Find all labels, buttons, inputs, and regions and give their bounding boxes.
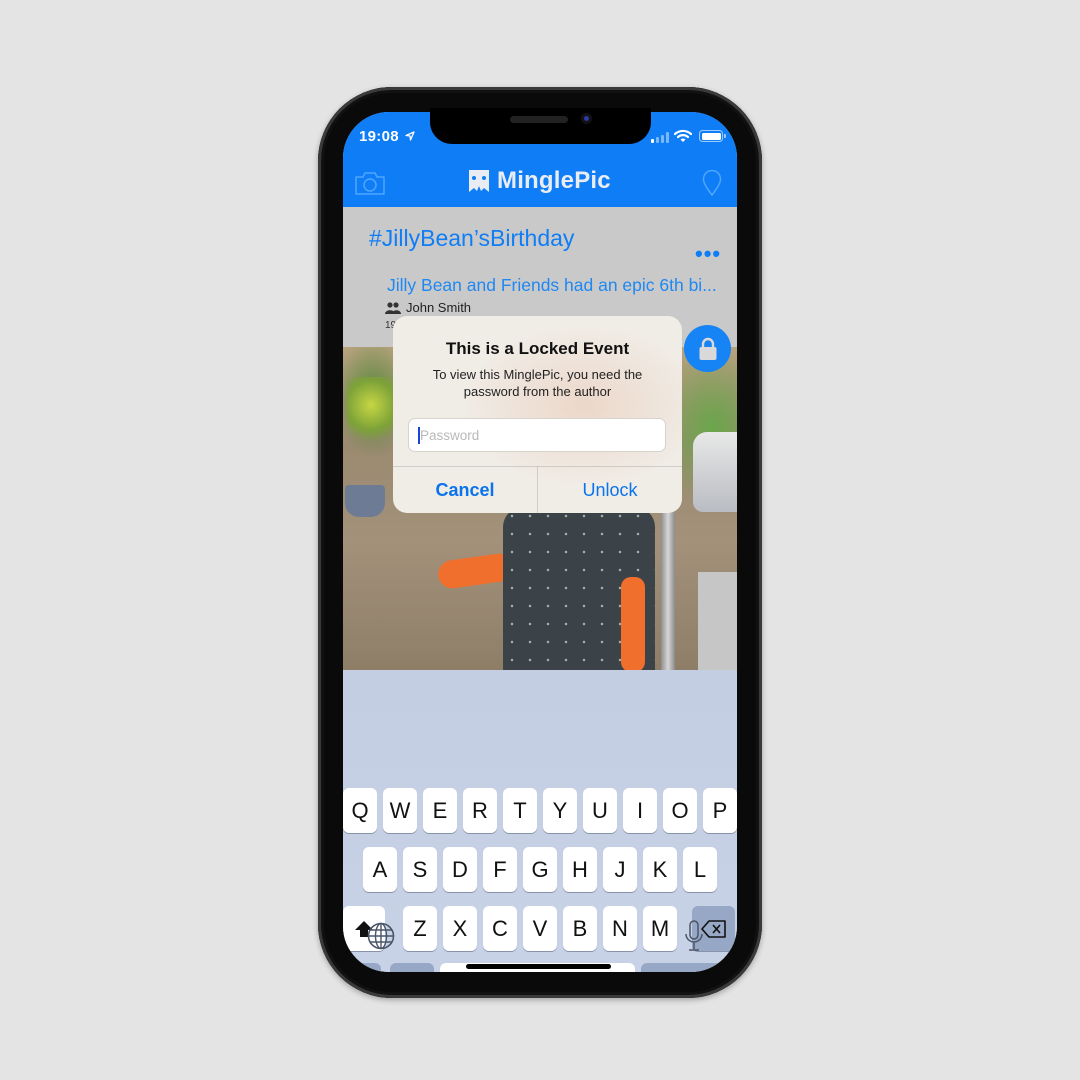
- cellular-signal-icon: [651, 132, 669, 143]
- dialog-message: To view this MinglePic, you need the pas…: [432, 367, 643, 399]
- numbers-key[interactable]: 123: [343, 963, 381, 972]
- author-name: John Smith: [406, 300, 472, 315]
- status-time: 19:08: [359, 128, 399, 145]
- lock-button[interactable]: [684, 325, 731, 372]
- dialog-title: This is a Locked Event: [445, 339, 630, 358]
- key-h[interactable]: H: [563, 847, 597, 892]
- globe-icon[interactable]: [367, 922, 395, 950]
- parked-car: [693, 432, 737, 512]
- key-t[interactable]: T: [503, 788, 537, 833]
- password-input[interactable]: Password: [408, 418, 666, 452]
- password-placeholder: Password: [420, 428, 480, 443]
- key-l[interactable]: L: [683, 847, 717, 892]
- event-hashtag: #JillyBean’sBirthday: [369, 225, 575, 251]
- key-g[interactable]: G: [523, 847, 557, 892]
- speaker: [510, 116, 568, 123]
- location-arrow-icon: [405, 131, 415, 141]
- microphone-icon[interactable]: [684, 920, 704, 952]
- return-key[interactable]: return: [641, 963, 735, 972]
- key-i[interactable]: I: [623, 788, 657, 833]
- key-y[interactable]: Y: [543, 788, 577, 833]
- app-title: MinglePic: [497, 167, 611, 194]
- battery-icon: [699, 130, 726, 142]
- key-q[interactable]: Q: [343, 788, 377, 833]
- key-b[interactable]: B: [563, 906, 597, 951]
- lock-icon: [699, 337, 716, 360]
- backspace-icon: [700, 919, 726, 938]
- emoji-key[interactable]: [390, 963, 434, 972]
- key-f[interactable]: F: [483, 847, 517, 892]
- app-logo: MinglePic: [467, 167, 611, 195]
- front-camera: [581, 113, 592, 124]
- key-m[interactable]: M: [643, 906, 677, 951]
- key-z[interactable]: Z: [403, 906, 437, 951]
- key-c[interactable]: C: [483, 906, 517, 951]
- key-x[interactable]: X: [443, 906, 477, 951]
- more-options-button[interactable]: •••: [695, 241, 721, 267]
- key-p[interactable]: P: [703, 788, 737, 833]
- camera-icon[interactable]: [354, 170, 386, 196]
- wifi-icon: [674, 129, 692, 142]
- cancel-button[interactable]: Cancel: [393, 467, 537, 513]
- plant-pot: [345, 485, 385, 517]
- screen: 19:08 MinglePic #JillyBean’sBirthday •••…: [343, 112, 737, 972]
- map-pin-icon[interactable]: [702, 170, 722, 196]
- unlock-button[interactable]: Unlock: [538, 467, 682, 513]
- key-o[interactable]: O: [663, 788, 697, 833]
- event-description[interactable]: Jilly Bean and Friends had an epic 6th b…: [387, 275, 727, 296]
- locked-event-dialog: This is a Locked Event To view this Ming…: [393, 316, 682, 513]
- minglepic-logo-icon: [469, 170, 489, 192]
- key-u[interactable]: U: [583, 788, 617, 833]
- key-j[interactable]: J: [603, 847, 637, 892]
- event-author: John Smith: [385, 300, 471, 315]
- key-e[interactable]: E: [423, 788, 457, 833]
- plant: [347, 377, 395, 447]
- keyboard: QWERTYUIOP ASDFGHJKL ZXCVBNM 123 space r…: [343, 670, 737, 972]
- home-indicator: [466, 964, 611, 969]
- child-arm: [621, 577, 645, 670]
- key-v[interactable]: V: [523, 906, 557, 951]
- key-w[interactable]: W: [383, 788, 417, 833]
- key-r[interactable]: R: [463, 788, 497, 833]
- people-icon: [385, 301, 401, 314]
- key-d[interactable]: D: [443, 847, 477, 892]
- notch: [430, 108, 651, 144]
- key-k[interactable]: K: [643, 847, 677, 892]
- key-n[interactable]: N: [603, 906, 637, 951]
- kerb: [698, 572, 737, 670]
- key-s[interactable]: S: [403, 847, 437, 892]
- key-a[interactable]: A: [363, 847, 397, 892]
